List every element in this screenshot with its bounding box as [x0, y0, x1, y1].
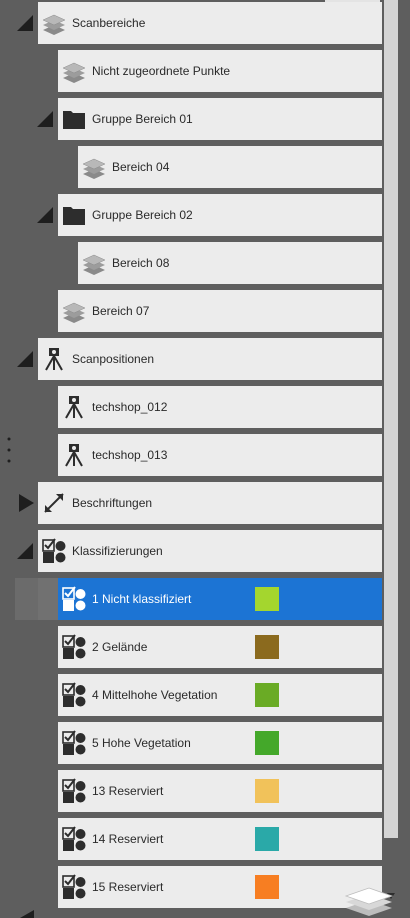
class-color-swatch[interactable] [255, 635, 279, 659]
collapse-triangle-icon[interactable] [18, 908, 38, 918]
tree-item-gruppe-bereich-02[interactable]: Gruppe Bereich 02 [58, 194, 382, 236]
tree-item-label: techshop_012 [92, 400, 168, 414]
tree-item-gruppe-bereich-01[interactable]: Gruppe Bereich 01 [58, 98, 382, 140]
tree-item-class-1-nicht-klassifiziert[interactable]: 1 Nicht klassifiziert [58, 578, 382, 620]
collapse-triangle-icon[interactable] [15, 12, 37, 34]
tree-item-klassifizierungen[interactable]: Klassifizierungen [38, 530, 382, 572]
tree-item-class-5-hohe-vegetation[interactable]: 5 Hohe Vegetation [58, 722, 382, 764]
tree-item-class-15-reserviert[interactable]: 15 Reserviert [58, 866, 382, 908]
collapse-triangle-icon[interactable] [15, 540, 37, 562]
tree-item-label: 13 Reserviert [92, 784, 164, 798]
scanner-tripod-icon [60, 393, 88, 421]
layers-drag-icon [344, 887, 394, 916]
classification-icon [60, 681, 88, 709]
tree-item-label: techshop_013 [92, 448, 168, 462]
tree-item-techshop-013[interactable]: techshop_013 [58, 434, 382, 476]
classification-icon [60, 633, 88, 661]
tree-item-class-14-reserviert[interactable]: 14 Reserviert [58, 818, 382, 860]
tree-item-label: Gruppe Bereich 01 [92, 112, 193, 126]
classification-icon [60, 825, 88, 853]
tree-item-scanbereiche[interactable]: Scanbereiche [38, 2, 382, 44]
tree-item-bereich-08[interactable]: Bereich 08 [78, 242, 382, 284]
tree-item-label: 2 Gelände [92, 640, 148, 654]
expand-triangle-icon[interactable] [15, 492, 37, 514]
class-color-swatch[interactable] [255, 683, 279, 707]
class-color-swatch[interactable] [255, 587, 279, 611]
tree-item-label: 15 Reserviert [92, 880, 164, 894]
tree-item-label: Nicht zugeordnete Punkte [92, 64, 231, 78]
classification-icon [60, 777, 88, 805]
layers-icon [40, 9, 68, 37]
collapse-triangle-icon[interactable] [35, 108, 57, 130]
folder-icon [60, 105, 88, 133]
class-color-swatch[interactable] [255, 827, 279, 851]
scanner-tripod-icon [60, 441, 88, 469]
tree-item-label: 14 Reserviert [92, 832, 164, 846]
tree-item-class-13-reserviert[interactable]: 13 Reserviert [58, 770, 382, 812]
class-color-swatch[interactable] [255, 875, 279, 899]
collapse-triangle-icon[interactable] [35, 204, 57, 226]
tree-item-label: Scanbereiche [72, 16, 146, 30]
selection-indent-band-inner [38, 578, 58, 620]
tree-item-label: Klassifizierungen [72, 544, 163, 558]
tree-item-bereich-07[interactable]: Bereich 07 [58, 290, 382, 332]
class-color-swatch[interactable] [255, 779, 279, 803]
tree-item-label: Beschriftungen [72, 496, 153, 510]
tree-item-techshop-012[interactable]: techshop_012 [58, 386, 382, 428]
scrollbar-thumb[interactable] [384, 0, 398, 838]
classification-icon [60, 729, 88, 757]
folder-icon [60, 201, 88, 229]
tree-item-class-2-gelaende[interactable]: 2 Gelände [58, 626, 382, 668]
classification-icon [60, 585, 88, 613]
tree-item-label: 4 Mittelhohe Vegetation [92, 688, 218, 702]
tree-item-nicht-zugeordnete-punkte[interactable]: Nicht zugeordnete Punkte [58, 50, 382, 92]
tree-item-label: Scanpositionen [72, 352, 155, 366]
tree-item-label: Gruppe Bereich 02 [92, 208, 193, 222]
scanner-tripod-icon [40, 345, 68, 373]
tree-item-beschriftungen[interactable]: Beschriftungen [38, 482, 382, 524]
layers-icon [80, 153, 108, 181]
tree-item-class-4-mittelhohe-vegetation[interactable]: 4 Mittelhohe Vegetation [58, 674, 382, 716]
tree-item-label: Bereich 04 [112, 160, 170, 174]
tree-item-label: 5 Hohe Vegetation [92, 736, 191, 750]
tree-item-label: Bereich 08 [112, 256, 170, 270]
tree-item-label: Bereich 07 [92, 304, 150, 318]
project-tree-panel: Scanbereiche Nicht zugeordnete Punkte Gr… [0, 0, 410, 918]
tree-item-bereich-04[interactable]: Bereich 04 [78, 146, 382, 188]
classification-icon [60, 873, 88, 901]
layers-icon [60, 297, 88, 325]
measure-arrow-icon [40, 489, 68, 517]
classification-icon [40, 537, 68, 565]
class-color-swatch[interactable] [255, 731, 279, 755]
layers-icon [80, 249, 108, 277]
resize-grip-icon[interactable] [6, 436, 12, 466]
tree-item-label: 1 Nicht klassifiziert [92, 592, 192, 606]
layers-icon [60, 57, 88, 85]
collapse-triangle-icon[interactable] [15, 348, 37, 370]
tree-item-scanpositionen[interactable]: Scanpositionen [38, 338, 382, 380]
